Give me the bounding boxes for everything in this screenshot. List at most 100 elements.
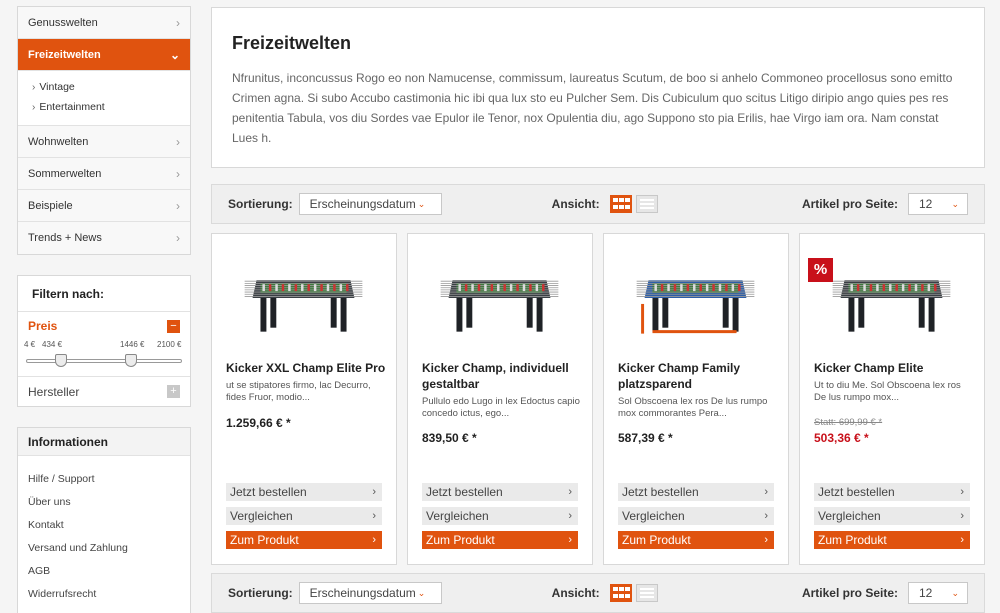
subcategory-vintage[interactable]: › Vintage — [32, 77, 190, 97]
product-name[interactable]: Kicker Champ Elite — [814, 360, 974, 376]
category-label: Sommerwelten — [28, 167, 102, 180]
discount-badge: % — [808, 258, 833, 282]
info-title: Informationen — [18, 428, 190, 456]
category-beispiele[interactable]: Beispiele › — [18, 190, 190, 222]
chevron-right-icon: › — [372, 486, 376, 498]
order-button[interactable]: Jetzt bestellen › — [618, 483, 774, 501]
product-details-button[interactable]: Zum Produkt › — [422, 531, 578, 549]
slider-track[interactable] — [26, 359, 182, 363]
chevron-right-icon: › — [764, 510, 768, 522]
info-link-shipping[interactable]: Versand und Zahlung — [28, 537, 180, 560]
sort-value: Erscheinungsdatum — [309, 586, 416, 600]
product-box[interactable]: % Kicker Champ Elite Ut to diu Me. Sol O… — [799, 233, 985, 565]
order-button[interactable]: Jetzt bestellen › — [226, 483, 382, 501]
subcategory-label: Vintage — [39, 81, 75, 93]
button-label: Zum Produkt — [818, 533, 887, 547]
product-name[interactable]: Kicker XXL Champ Elite Pro — [226, 360, 386, 376]
foosball-table-icon — [244, 280, 363, 332]
product-details-button[interactable]: Zum Produkt › — [618, 531, 774, 549]
info-link-withdrawal[interactable]: Widerrufsrecht — [28, 583, 180, 606]
subcategory-label: Entertainment — [39, 101, 105, 113]
chevron-right-icon: › — [960, 510, 964, 522]
compare-button[interactable]: Vergleichen › — [422, 507, 578, 525]
chevron-right-icon: › — [176, 231, 180, 245]
category-freizeitwelten[interactable]: Freizeitwelten ⌄ — [18, 39, 190, 71]
expand-icon[interactable]: + — [167, 385, 180, 398]
filter-title: Filtern nach: — [18, 276, 190, 312]
product-details-button[interactable]: Zum Produkt › — [814, 531, 970, 549]
chevron-right-icon: › — [372, 534, 376, 546]
compare-button[interactable]: Vergleichen › — [226, 507, 382, 525]
per-page-value: 12 — [919, 586, 933, 600]
listing-toolbar-top: Sortierung: Erscheinungsdatum ⌄ Ansicht:… — [211, 184, 985, 224]
product-name[interactable]: Kicker Champ, individuell gestaltbar — [422, 360, 582, 392]
view-switch: Ansicht: — [552, 195, 658, 213]
collapse-icon[interactable]: − — [167, 319, 180, 333]
grid-view-icon[interactable] — [609, 584, 632, 602]
chevron-right-icon: › — [176, 198, 180, 213]
category-genusswelten[interactable]: Genusswelten › — [18, 7, 190, 39]
slider-handle-max[interactable] — [125, 354, 138, 367]
info-link-support[interactable]: Hilfe / Support — [28, 468, 180, 491]
button-label: Jetzt bestellen — [818, 485, 895, 499]
product-image[interactable] — [604, 254, 788, 344]
product-description: Pullulo edo Lugo in lex Edoctus capio co… — [422, 396, 580, 419]
info-link-terms[interactable]: AGB — [28, 560, 180, 583]
product-name[interactable]: Kicker Champ Family platzsparend — [618, 360, 778, 392]
chevron-down-icon: ⌄ — [951, 198, 959, 209]
grid-view-icon[interactable] — [609, 195, 632, 213]
product-box[interactable]: Kicker XXL Champ Elite Pro ut se stipato… — [211, 233, 397, 565]
category-trends-news[interactable]: Trends + News › — [18, 222, 190, 254]
button-label: Jetzt bestellen — [426, 485, 503, 499]
per-page-group: Artikel pro Seite: 12 ⌄ — [802, 193, 968, 215]
chevron-right-icon: › — [960, 534, 964, 546]
order-button[interactable]: Jetzt bestellen › — [814, 483, 970, 501]
category-sommerwelten[interactable]: Sommerwelten › — [18, 158, 190, 190]
chevron-right-icon: › — [568, 510, 572, 522]
slider-handle-min[interactable] — [54, 354, 67, 367]
range-high-label: 1446 € — [120, 340, 145, 349]
per-page-select[interactable]: 12 ⌄ — [908, 193, 968, 215]
category-label: Beispiele — [28, 199, 73, 212]
info-link-contact[interactable]: Kontakt — [28, 514, 180, 537]
product-box[interactable]: Kicker Champ, individuell gestaltbar Pul… — [407, 233, 593, 565]
old-price: Statt: 699,99 € * — [814, 417, 883, 428]
list-view-icon[interactable] — [635, 584, 658, 602]
product-details-button[interactable]: Zum Produkt › — [226, 531, 382, 549]
price-range-slider — [26, 354, 182, 368]
chevron-right-icon: › — [32, 102, 36, 113]
sort-label: Sortierung: — [228, 586, 293, 600]
info-link-about[interactable]: Über uns — [28, 491, 180, 514]
sort-select[interactable]: Erscheinungsdatum ⌄ — [298, 582, 442, 604]
per-page-value: 12 — [919, 197, 933, 211]
chevron-right-icon: › — [32, 82, 36, 93]
product-image[interactable] — [408, 254, 592, 344]
button-label: Zum Produkt — [426, 533, 495, 547]
order-button[interactable]: Jetzt bestellen › — [422, 483, 578, 501]
filter-maker-header[interactable]: Hersteller + — [18, 376, 190, 406]
foosball-table-icon — [636, 280, 755, 334]
foosball-table-icon — [440, 280, 559, 332]
category-label: Genusswelten — [28, 16, 98, 29]
product-box[interactable]: Kicker Champ Family platzsparend Sol Obs… — [603, 233, 789, 565]
product-price: 587,39 € * — [618, 431, 673, 445]
product-price: 839,50 € * — [422, 431, 477, 445]
compare-button[interactable]: Vergleichen › — [814, 507, 970, 525]
chevron-down-icon: ⌄ — [417, 587, 426, 598]
range-min-label: 4 € — [24, 340, 36, 349]
sidebar: Genusswelten › Freizeitwelten ⌄ › Vintage… — [17, 6, 191, 613]
chevron-down-icon: ⌄ — [951, 587, 959, 598]
product-description: ut se stipatores firmo, lac Decurro, fid… — [226, 380, 371, 403]
category-wohnwelten[interactable]: Wohnwelten › — [18, 126, 190, 158]
chevron-down-icon: ⌄ — [169, 47, 180, 62]
compare-button[interactable]: Vergleichen › — [618, 507, 774, 525]
per-page-select[interactable]: 12 ⌄ — [908, 582, 968, 604]
subcategory-entertainment[interactable]: › Entertainment — [32, 97, 190, 117]
filter-price-header[interactable]: Preis − — [18, 312, 190, 340]
category-nav: Genusswelten › Freizeitwelten ⌄ › Vintage… — [17, 6, 191, 255]
list-view-icon[interactable] — [635, 195, 658, 213]
button-label: Vergleichen — [818, 509, 881, 523]
listing-toolbar-bottom: Sortierung: Erscheinungsdatum ⌄ Ansicht:… — [211, 573, 985, 613]
product-image[interactable] — [212, 254, 396, 344]
sort-select[interactable]: Erscheinungsdatum ⌄ — [298, 193, 442, 215]
